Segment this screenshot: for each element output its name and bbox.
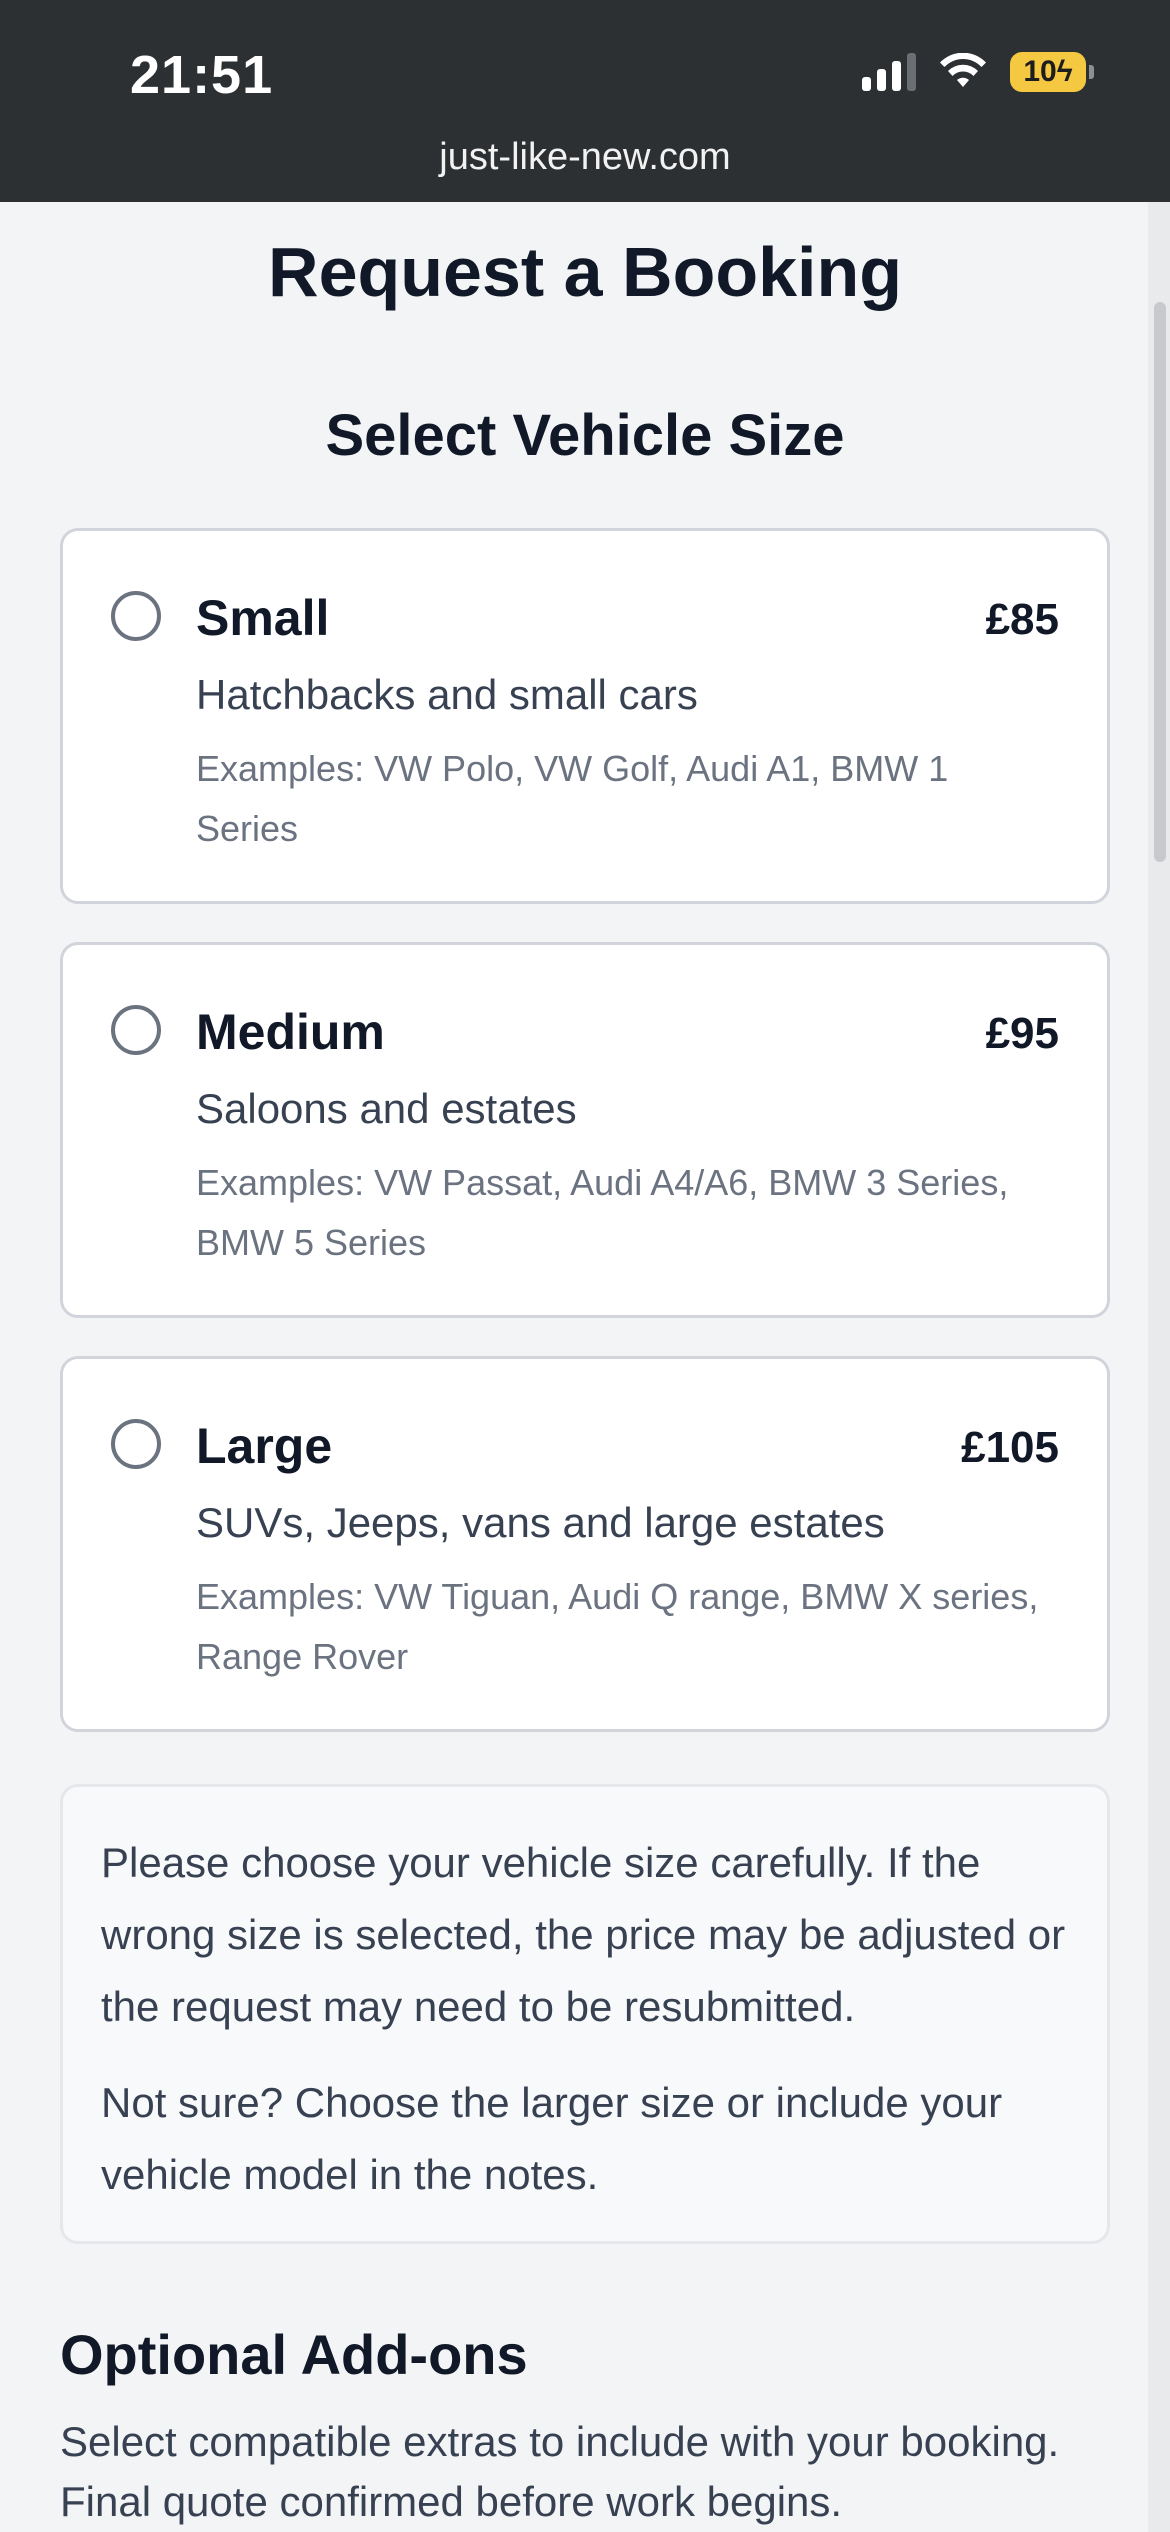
status-time: 21:51: [130, 45, 274, 105]
wifi-icon: [940, 53, 986, 87]
option-examples: Examples: VW Passat, Audi A4/A6, BMW 3 S…: [196, 1162, 1009, 1263]
battery-level: 10: [1023, 55, 1057, 88]
option-name: Large: [196, 1418, 333, 1474]
charging-bolt-icon: ϟ: [1056, 55, 1073, 88]
size-notice-box: Please choose your vehicle size carefull…: [60, 1784, 1110, 2244]
vehicle-size-option-small[interactable]: Small £85 Hatchbacks and small cars Exam…: [60, 528, 1110, 904]
booking-page: Request a Booking Select Vehicle Size Sm…: [0, 202, 1170, 2532]
scrollbar[interactable]: [1148, 202, 1170, 2532]
option-price: £95: [985, 1009, 1059, 1058]
radio-button-small[interactable]: [111, 591, 161, 641]
option-price: £85: [985, 595, 1059, 644]
vehicle-size-option-large[interactable]: Large £105 SUVs, Jeeps, vans and large e…: [60, 1356, 1110, 1732]
option-examples: Examples: VW Tiguan, Audi Q range, BMW X…: [196, 1576, 1039, 1677]
section-title: Select Vehicle Size: [325, 403, 845, 468]
addons-title: Optional Add-ons: [60, 2323, 528, 2386]
vehicle-size-option-medium[interactable]: Medium £95 Saloons and estates Examples:…: [60, 942, 1110, 1318]
url-bar[interactable]: just-like-new.com: [0, 136, 1170, 179]
option-name: Small: [196, 590, 330, 646]
scrollbar-thumb[interactable]: [1154, 302, 1166, 862]
notice-paragraph: Not sure? Choose the larger size or incl…: [101, 2079, 1003, 2198]
option-examples: Examples: VW Polo, VW Golf, Audi A1, BMW…: [196, 748, 949, 849]
addons-description: Select compatible extras to include with…: [60, 2418, 1060, 2525]
status-and-url-bar: 21:51 10 ϟ just-like-new.com: [0, 0, 1170, 202]
page-title: Request a Booking: [268, 233, 902, 311]
option-description: Hatchbacks and small cars: [196, 671, 698, 718]
radio-button-large[interactable]: [111, 1419, 161, 1469]
cellular-signal-icon: [862, 53, 916, 91]
notice-paragraph: Please choose your vehicle size carefull…: [101, 1839, 1066, 2030]
option-price: £105: [961, 1423, 1059, 1472]
radio-button-medium[interactable]: [111, 1005, 161, 1055]
option-name: Medium: [196, 1004, 385, 1060]
option-description: Saloons and estates: [196, 1085, 577, 1132]
status-icons: 10 ϟ: [862, 52, 1094, 92]
option-description: SUVs, Jeeps, vans and large estates: [196, 1499, 885, 1546]
battery-icon: 10 ϟ: [1010, 52, 1094, 92]
